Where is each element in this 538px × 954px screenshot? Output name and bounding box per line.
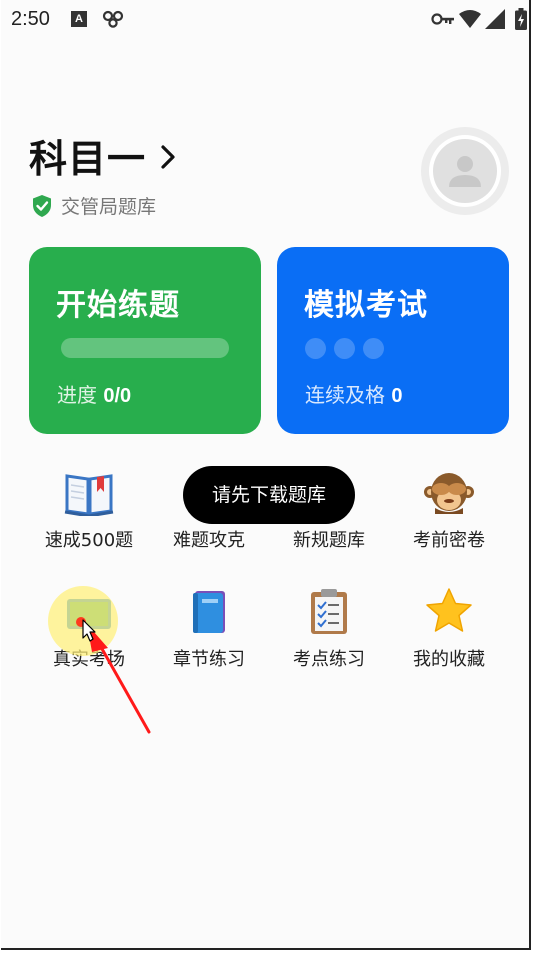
streak-value: 0	[391, 385, 403, 407]
status-bar: 2:50 A	[1, 0, 529, 40]
practice-progress: 进度 0/0	[57, 379, 131, 408]
user-icon	[449, 156, 481, 187]
start-practice-card[interactable]: 开始练题 进度 0/0	[29, 247, 261, 434]
question-bank-source: 交管局题库	[31, 192, 156, 219]
infinity-icon	[102, 10, 124, 28]
grid-label: 考点练习	[293, 649, 365, 670]
app-a-icon: A	[71, 11, 87, 27]
progress-value: 0/0	[103, 385, 132, 407]
blue-book-icon	[193, 591, 225, 633]
grid-label: 新规题库	[293, 530, 365, 551]
grid-item-my-favorites[interactable]: 我的收藏	[389, 585, 509, 671]
key-icon	[431, 13, 454, 25]
see-no-evil-monkey-icon	[424, 473, 474, 514]
exam-title: 模拟考试	[304, 288, 428, 323]
signal-icon	[485, 9, 505, 29]
grid-label: 难题攻克	[173, 530, 245, 551]
subject-title: 科目一	[29, 136, 147, 181]
grid-label: 考前密卷	[413, 530, 485, 551]
wifi-icon	[459, 10, 481, 28]
pass-streak-dots	[305, 338, 384, 359]
practice-progress-bar	[61, 338, 229, 358]
progress-label: 进度	[57, 383, 97, 407]
shield-check-icon	[33, 194, 51, 217]
toast-message: 请先下载题库	[183, 466, 355, 524]
star-icon	[426, 588, 472, 632]
app-screen: 2:50 A 科目一 交管局题库 开始练题 进度 0/0 模拟考试 连续及格 0…	[1, 0, 531, 950]
avatar[interactable]	[421, 127, 509, 215]
grid-label: 章节练习	[173, 649, 245, 670]
grid-item-chapter-practice[interactable]: 章节练习	[149, 585, 269, 671]
grid-item-pre-exam-papers[interactable]: 考前密卷	[389, 466, 509, 552]
streak-dot	[305, 338, 326, 359]
grid-label: 速成500题	[44, 530, 134, 551]
streak-dot	[334, 338, 355, 359]
grid-item-crash-500[interactable]: 速成500题	[29, 466, 149, 552]
battery-icon	[515, 8, 527, 30]
bank-label: 交管局题库	[61, 196, 157, 218]
streak-dot	[363, 338, 384, 359]
chevron-right-icon	[161, 145, 175, 169]
status-time: 2:50	[11, 8, 50, 30]
streak-label: 连续及格	[305, 383, 385, 407]
tap-indicator	[48, 586, 118, 656]
clipboard-icon	[311, 589, 347, 634]
subject-selector[interactable]: 科目一	[29, 130, 176, 181]
grid-label: 我的收藏	[413, 649, 485, 670]
practice-title: 开始练题	[56, 288, 180, 323]
mock-exam-card[interactable]: 模拟考试 连续及格 0	[277, 247, 509, 434]
open-book-icon	[64, 474, 114, 516]
grid-item-key-point-practice[interactable]: 考点练习	[269, 585, 389, 671]
pass-streak: 连续及格 0	[305, 379, 402, 408]
